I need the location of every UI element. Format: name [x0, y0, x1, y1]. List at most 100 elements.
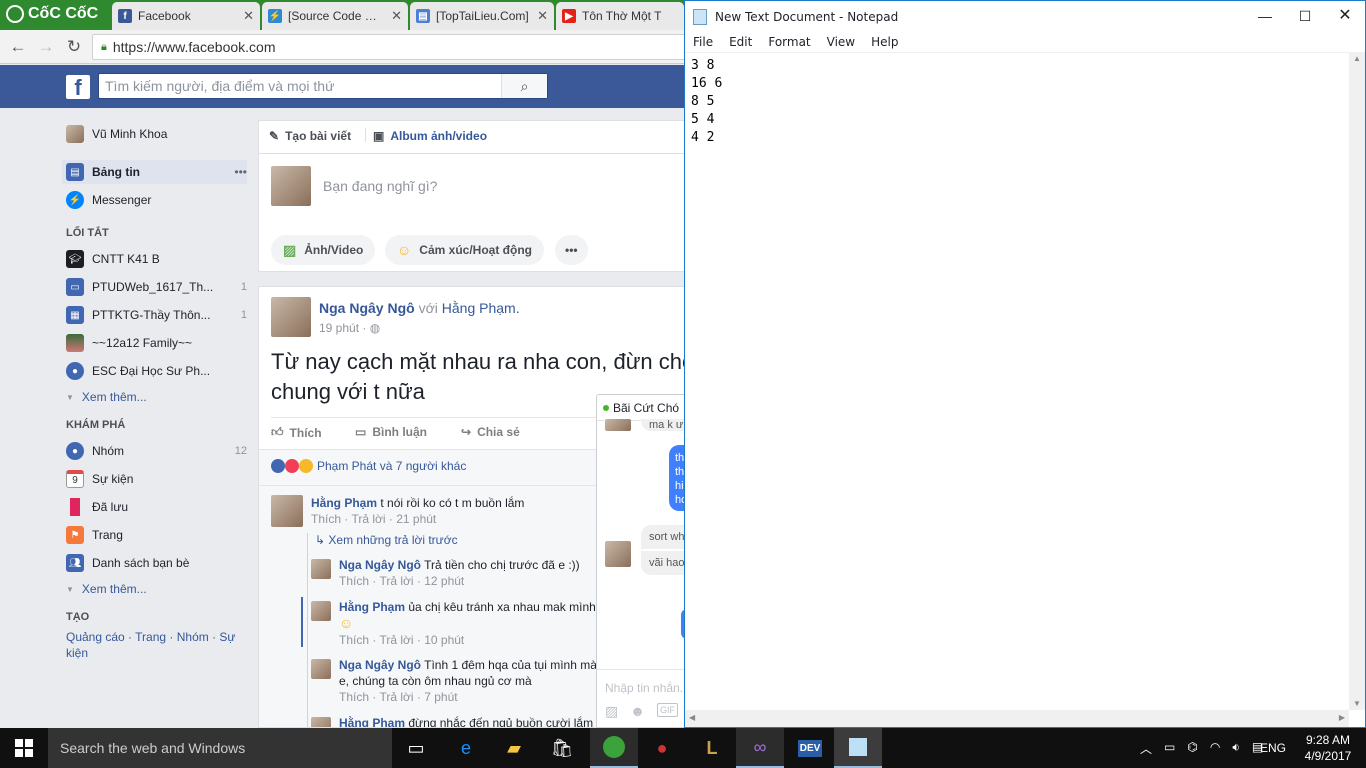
commenter-avatar[interactable] [311, 601, 331, 621]
sidebar-item-shortcut[interactable]: ▭ PTUDWeb_1617_Th... 1 [62, 275, 247, 299]
sidebar-item-shortcut[interactable]: 🎓︎ CNTT K41 B [62, 247, 247, 271]
windows-start-icon[interactable] [0, 728, 48, 768]
reactions-summary[interactable]: Phạm Phát và 7 người khác [271, 459, 466, 473]
commenter-avatar[interactable] [271, 495, 303, 527]
browser-tab-youtube[interactable]: ▶ Tôn Thờ Một T [556, 2, 684, 30]
comment-meta[interactable]: Thích · Trả lời · 21 phút [311, 512, 436, 526]
sidebar-item-shortcut[interactable]: ● ESC Đại Học Sư Ph... [62, 359, 247, 383]
post-author-link[interactable]: Nga Ngây Ngô [319, 300, 415, 316]
app-ninja-icon[interactable]: ● [638, 728, 686, 768]
sidebar-item-shortcut[interactable]: ~~12a12 Family~~ [62, 331, 247, 355]
gif-icon[interactable]: GIF [656, 703, 678, 717]
chevron-up-icon[interactable]: ︿ [1140, 740, 1152, 757]
close-icon[interactable]: ✕ [1325, 1, 1365, 32]
league-icon[interactable]: L [688, 728, 736, 768]
menu-help[interactable]: Help [863, 35, 906, 49]
menu-edit[interactable]: Edit [721, 35, 760, 49]
close-tab-icon[interactable]: ✕ [391, 8, 402, 24]
post-timestamp[interactable]: 19 phút · ◍ [319, 321, 380, 335]
edge-icon[interactable]: e [442, 728, 490, 768]
tagged-user-link[interactable]: Hằng Phạm. [442, 300, 520, 316]
sidebar-item-events[interactable]: 9 Sự kiện [62, 467, 247, 491]
feeling-activity-button[interactable]: ☺ Cảm xúc/Hoạt động [385, 235, 544, 265]
photo-icon[interactable]: ▨ [605, 703, 618, 720]
composer-input[interactable]: Bạn đang nghĩ gì? [323, 178, 437, 194]
maximize-icon[interactable]: ☐ [1285, 1, 1325, 32]
commenter-avatar[interactable] [311, 717, 331, 727]
menu-format[interactable]: Format [760, 35, 818, 49]
photo-video-button[interactable]: ▨ Ảnh/Video [271, 235, 376, 265]
wifi-icon[interactable]: ◠ [1210, 740, 1220, 757]
see-more-explore[interactable]: ▼ Xem thêm... [66, 582, 147, 596]
sticker-icon[interactable]: ☻ [630, 703, 645, 720]
browser-tab-toptailieu[interactable]: ▤ [TopTaiLieu.Com] ✕ [410, 2, 554, 30]
volume-icon[interactable]: 🔉︎ [1232, 740, 1240, 757]
comment-author-link[interactable]: Hằng Phạm [339, 716, 405, 727]
author-avatar[interactable] [271, 297, 311, 337]
scroll-right-icon[interactable]: ▶ [1339, 713, 1345, 722]
see-more-shortcuts[interactable]: ▼ Xem thêm... [66, 390, 147, 404]
taskbar-search-box[interactable]: Search the web and Windows [48, 728, 392, 768]
horizontal-scrollbar[interactable]: ◀ ▶ [685, 710, 1349, 727]
commenter-avatar[interactable] [311, 659, 331, 679]
browser-tab-facebook[interactable]: f Facebook ✕ [112, 2, 260, 30]
create-links[interactable]: Quảng cáo · Trang · Nhóm · Sự kiện [66, 629, 246, 661]
chat-message-input[interactable]: Nhập tin nhắn... [605, 681, 687, 695]
scroll-up-icon[interactable]: ▲ [1353, 54, 1361, 63]
back-arrow-icon[interactable]: ← [8, 37, 28, 57]
browser-tab-source-code[interactable]: ⚡ [Source Code C] T ✕ [262, 2, 408, 30]
comment-author-link[interactable]: Hằng Phạm [311, 496, 377, 510]
tab-create-post[interactable]: ✎ Tạo bài viết [269, 129, 351, 143]
comment-author-link[interactable]: Nga Ngây Ngô [339, 558, 421, 572]
dev-cpp-icon[interactable]: DEV [786, 728, 834, 768]
browser-logo[interactable]: CốC CốC [6, 5, 98, 23]
clock[interactable]: 9:28 AM 4/9/2017 [1296, 732, 1360, 764]
sidebar-item-groups[interactable]: ● Nhóm 12 [62, 439, 247, 463]
more-options-button[interactable]: ••• [555, 235, 588, 265]
facebook-search-input[interactable]: Tìm kiếm người, địa điểm và mọi thứ ⌕ [98, 73, 548, 99]
more-options-icon[interactable]: ••• [227, 165, 247, 179]
sidebar-item-messenger[interactable]: ⚡ Messenger [62, 188, 247, 212]
sidebar-item-shortcut[interactable]: ▦ PTTKTG-Thầy Thôn... 1 [62, 303, 247, 327]
share-button[interactable]: ↪ Chia sẻ [461, 425, 520, 439]
menu-view[interactable]: View [819, 35, 863, 49]
notepad-title-bar[interactable]: New Text Document - Notepad — ☐ ✕ [685, 1, 1365, 32]
chat-header[interactable]: Bãi Cứt Chó [597, 395, 687, 421]
view-previous-replies[interactable]: ↳ Xem những trả lời trước [315, 533, 458, 547]
comment-author-link[interactable]: Nga Ngây Ngô [339, 658, 421, 672]
scroll-down-icon[interactable]: ▼ [1353, 699, 1361, 708]
search-icon[interactable]: ⌕ [501, 74, 547, 98]
comment-meta[interactable]: Thích · Trả lời · 7 phút [339, 690, 458, 704]
minimize-icon[interactable]: — [1245, 1, 1285, 32]
close-tab-icon[interactable]: ✕ [243, 8, 254, 24]
network-icon[interactable]: ⌬ [1187, 740, 1197, 757]
coccoc-taskbar-icon[interactable] [590, 728, 638, 768]
language-indicator[interactable]: ENG [1260, 741, 1286, 755]
profile-link[interactable]: Vũ Minh Khoa [62, 122, 247, 146]
sidebar-item-news-feed[interactable]: ▤ Bảng tin ••• [62, 160, 247, 184]
close-tab-icon[interactable]: ✕ [537, 8, 548, 24]
sidebar-item-pages[interactable]: ⚑ Trang [62, 523, 247, 547]
comment-meta[interactable]: Thích · Trả lời · 12 phút [339, 574, 464, 588]
scroll-left-icon[interactable]: ◀ [689, 713, 695, 722]
battery-icon[interactable]: ▭ [1164, 740, 1175, 757]
like-button[interactable]: 👍︎ Thích [271, 425, 322, 440]
sidebar-item-friends-list[interactable]: 👥︎ Danh sách bạn bè [62, 551, 247, 575]
notepad-taskbar-icon[interactable] [834, 728, 882, 768]
url-field[interactable]: 🔒︎ https://www.facebook.com [92, 34, 692, 60]
forward-arrow-icon[interactable]: → [36, 37, 56, 57]
notepad-text-area[interactable]: 3 8 16 6 8 5 5 4 4 2 [685, 52, 1349, 710]
vertical-scrollbar[interactable]: ▲ ▼ [1349, 52, 1365, 710]
comment-meta[interactable]: Thích · Trả lời · 10 phút [339, 633, 464, 647]
commenter-avatar[interactable] [311, 559, 331, 579]
reload-icon[interactable]: ↻ [64, 37, 84, 57]
comment-button[interactable]: ▭ Bình luận [355, 425, 427, 439]
sidebar-item-saved[interactable]: Đã lưu [62, 495, 247, 519]
comment-author-link[interactable]: Hằng Phạm [339, 600, 405, 614]
facebook-logo-icon[interactable]: f [66, 75, 90, 100]
menu-file[interactable]: File [685, 35, 721, 49]
store-icon[interactable]: 🛍︎ [538, 728, 586, 768]
file-explorer-icon[interactable]: ▰ [490, 728, 538, 768]
task-view-icon[interactable]: ▭ [392, 728, 440, 768]
visual-studio-icon[interactable]: ∞ [736, 728, 784, 768]
